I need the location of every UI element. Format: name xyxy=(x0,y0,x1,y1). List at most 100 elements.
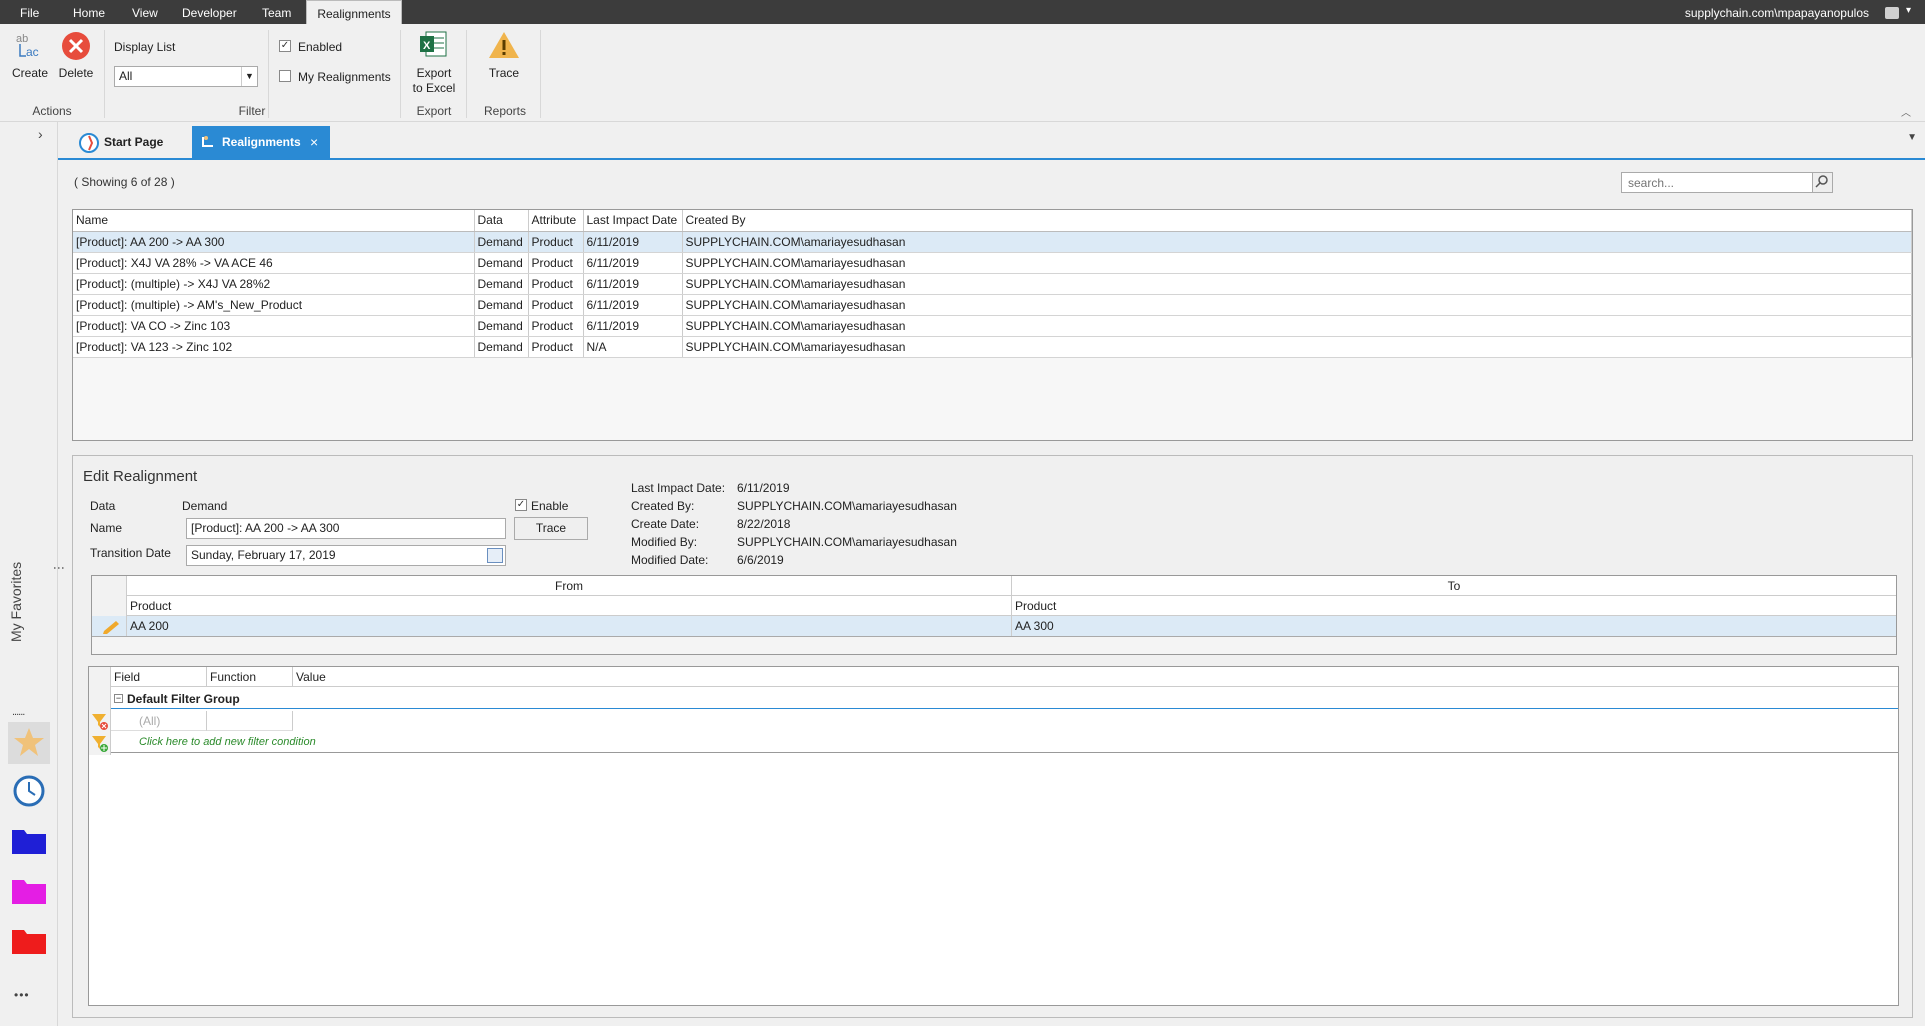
search-icon[interactable] xyxy=(1812,173,1832,192)
cell-data: Demand xyxy=(474,294,529,316)
info-value: SUPPLYCHAIN.COM\amariayesudhasan xyxy=(737,535,957,549)
to-subheader: Product xyxy=(1012,596,1896,616)
column-header-created-by[interactable]: Created By xyxy=(682,210,1912,232)
enable-checkbox[interactable]: ✓ xyxy=(515,499,527,511)
column-header-attribute[interactable]: Attribute xyxy=(528,210,584,232)
filter-column-field[interactable]: Field xyxy=(111,667,207,687)
filter-grid: Field Function Value − Default Filter Gr… xyxy=(88,666,1899,1006)
data-value: Demand xyxy=(182,499,228,513)
edit-pencil-icon[interactable] xyxy=(92,616,127,636)
menu-team[interactable]: Team xyxy=(262,0,291,24)
filter-group-row[interactable]: − Default Filter Group xyxy=(111,689,1898,709)
my-realignments-checkbox[interactable] xyxy=(279,70,291,82)
tab-start-page[interactable]: Start Page xyxy=(76,126,186,158)
document-tabs: Start Page Realignments × ▼ xyxy=(58,122,1925,160)
realignments-table: Name Data Attribute Last Impact Date Cre… xyxy=(73,210,1912,358)
table-row[interactable]: [Product]: VA CO -> Zinc 103 Demand Prod… xyxy=(73,315,1912,337)
filter-column-value[interactable]: Value xyxy=(293,667,1898,687)
cell-attribute: Product xyxy=(528,273,584,295)
from-value-cell[interactable]: AA 200 xyxy=(127,616,1012,636)
remove-filter-icon[interactable] xyxy=(89,711,111,731)
menu-home[interactable]: Home xyxy=(73,0,105,24)
column-header-name[interactable]: Name xyxy=(73,210,475,232)
create-button[interactable]: Create xyxy=(12,66,48,81)
delete-icon[interactable] xyxy=(60,30,92,62)
name-input[interactable]: [Product]: AA 200 -> AA 300 xyxy=(186,518,506,539)
delete-button[interactable]: Delete xyxy=(56,66,96,81)
account-label[interactable]: supplychain.com\mpapayanopulos xyxy=(1685,0,1869,26)
mapping-grid: From To Product Product AA 200 AA 300 xyxy=(91,575,1897,655)
grid-divider xyxy=(92,636,1896,637)
excel-icon[interactable]: X xyxy=(418,30,448,60)
export-excel-button[interactable]: Export to Excel xyxy=(410,66,458,96)
table-row[interactable]: [Product]: X4J VA 28% -> VA ACE 46 Deman… xyxy=(73,252,1912,274)
sidebar-overflow-icon[interactable]: ••• xyxy=(14,988,30,1002)
create-icon[interactable]: ab ac xyxy=(14,30,48,60)
cell-attribute: Product xyxy=(528,294,584,316)
menu-file[interactable]: File xyxy=(20,0,39,24)
calendar-icon[interactable] xyxy=(487,548,503,563)
to-value-cell[interactable]: AA 300 xyxy=(1012,616,1896,636)
ribbon: ab ac Create Delete Actions Display List… xyxy=(0,24,1925,122)
enabled-checkbox[interactable]: ✓ xyxy=(279,40,291,52)
filter-column-function[interactable]: Function xyxy=(207,667,293,687)
trace-button[interactable]: Trace xyxy=(484,66,524,81)
search-input[interactable] xyxy=(1621,172,1833,193)
menu-bar: File Home View Developer Team Realignmen… xyxy=(0,0,1925,24)
red-folder-icon[interactable] xyxy=(8,920,50,962)
pink-folder-icon[interactable] xyxy=(8,870,50,912)
my-favorites-label[interactable]: My Favorites xyxy=(8,562,24,642)
export-label-line1: Export xyxy=(416,66,452,80)
expand-sidebar-icon[interactable]: › xyxy=(38,126,43,142)
ribbon-separator xyxy=(466,30,467,118)
add-filter-condition[interactable]: Click here to add new filter condition xyxy=(111,731,1898,753)
export-label-line2: to Excel xyxy=(412,81,456,95)
chevron-down-icon[interactable]: ▼ xyxy=(241,67,257,86)
table-row[interactable]: [Product]: (multiple) -> X4J VA 28%2 Dem… xyxy=(73,273,1912,295)
svg-text:ab: ab xyxy=(16,33,28,45)
info-label: Modified Date: xyxy=(631,553,709,567)
info-label: Create Date: xyxy=(631,517,700,531)
warning-icon[interactable] xyxy=(487,30,521,60)
menu-view[interactable]: View xyxy=(132,0,158,24)
trace-edit-button[interactable]: Trace xyxy=(514,517,588,540)
showing-count: ( Showing 6 of 28 ) xyxy=(74,175,175,189)
table-row[interactable]: [Product]: (multiple) -> AM's_New_Produc… xyxy=(73,294,1912,316)
filter-all-cell[interactable]: (All) xyxy=(111,711,207,731)
chevron-down-icon[interactable]: ▾ xyxy=(1906,5,1911,16)
ribbon-separator xyxy=(104,30,105,118)
recent-icon[interactable] xyxy=(8,770,50,812)
cell-data: Demand xyxy=(474,315,529,337)
table-row[interactable]: [Product]: AA 200 -> AA 300 Demand Produ… xyxy=(73,231,1912,253)
tabs-dropdown-icon[interactable]: ▼ xyxy=(1907,132,1917,143)
from-subheader: Product xyxy=(127,596,1012,616)
close-icon[interactable]: × xyxy=(310,126,318,158)
cell-created-by: SUPPLYCHAIN.COM\amariayesudhasan xyxy=(682,231,1912,253)
favorites-icon[interactable] xyxy=(8,722,50,764)
collapse-ribbon-icon[interactable]: ︿ xyxy=(1901,104,1911,119)
column-header-data[interactable]: Data xyxy=(474,210,529,232)
blue-folder-icon[interactable] xyxy=(8,820,50,862)
add-filter-icon[interactable] xyxy=(89,733,111,753)
display-list-select[interactable]: All ▼ xyxy=(114,66,258,87)
sidebar: › My Favorites ⋮ ...... ••• xyxy=(0,122,66,1026)
splitter-handle[interactable]: ⋮ xyxy=(52,562,66,574)
info-label: Created By: xyxy=(631,499,695,513)
filter-function-cell[interactable] xyxy=(207,711,293,731)
account-button[interactable] xyxy=(1885,7,1899,19)
column-header-last-impact[interactable]: Last Impact Date xyxy=(583,210,683,232)
info-value: 8/22/2018 xyxy=(737,517,791,531)
collapse-icon[interactable]: − xyxy=(114,694,123,703)
name-label: Name xyxy=(90,521,123,535)
transition-date-input[interactable]: Sunday, February 17, 2019 xyxy=(186,545,506,566)
menu-developer[interactable]: Developer xyxy=(182,0,237,24)
tab-realignments[interactable]: Realignments × xyxy=(192,126,330,158)
realignments-grid: Name Data Attribute Last Impact Date Cre… xyxy=(72,209,1913,441)
cell-created-by: SUPPLYCHAIN.COM\amariayesudhasan xyxy=(682,315,1912,337)
menu-realignments[interactable]: Realignments xyxy=(306,0,402,24)
reports-group-label: Reports xyxy=(483,104,527,118)
cell-data: Demand xyxy=(474,231,529,253)
table-row[interactable]: [Product]: VA 123 -> Zinc 102 Demand Pro… xyxy=(73,336,1912,358)
info-label: Modified By: xyxy=(631,535,698,549)
transition-date-label: Transition Date xyxy=(90,546,171,560)
